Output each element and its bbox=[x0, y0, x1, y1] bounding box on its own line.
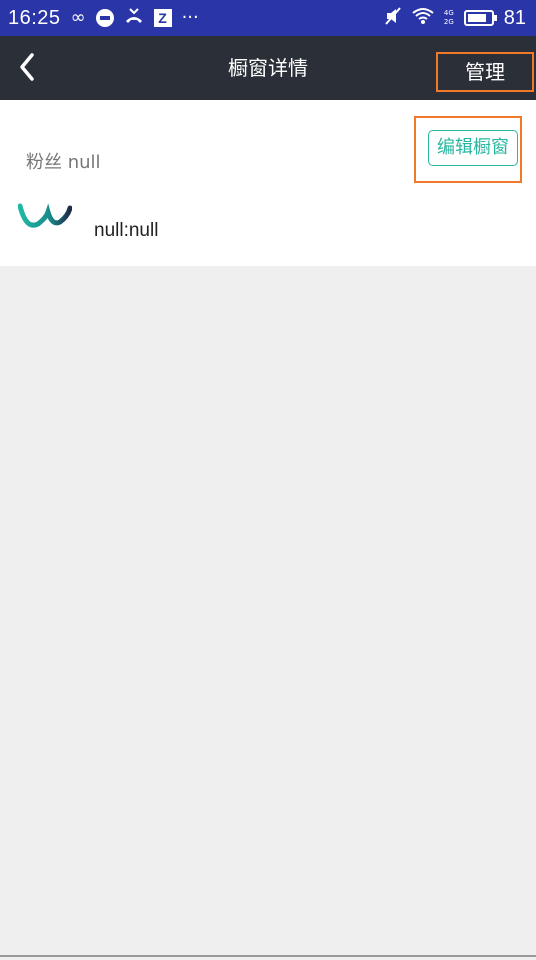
shop-info: null:null bbox=[94, 220, 159, 241]
signal-icon: 4G 2G bbox=[444, 9, 454, 27]
sync-icon bbox=[95, 9, 114, 27]
status-time: 16:25 bbox=[8, 6, 61, 29]
battery-icon bbox=[463, 10, 497, 26]
fans-count: 粉丝 null bbox=[26, 152, 101, 173]
battery-level: 81 bbox=[503, 6, 526, 29]
status-bar: 16:25 ∞ Z ··· 4G 2G 81 bbox=[0, 0, 536, 36]
infinity-icon: ∞ bbox=[70, 7, 86, 28]
back-button[interactable] bbox=[14, 50, 44, 84]
z-app-icon: Z bbox=[153, 9, 172, 27]
edit-showcase-button[interactable]: 编辑橱窗 bbox=[428, 130, 518, 166]
wifi-icon bbox=[412, 7, 434, 30]
shop-logo-icon bbox=[18, 203, 72, 228]
status-right: 4G 2G 81 bbox=[384, 4, 526, 32]
bottom-divider bbox=[0, 955, 536, 957]
missed-call-icon bbox=[124, 7, 144, 30]
battery-fill bbox=[467, 14, 486, 22]
status-left: 16:25 ∞ Z ··· bbox=[8, 4, 199, 32]
mute-icon bbox=[384, 6, 402, 31]
network-2g-label: 2G bbox=[443, 18, 454, 26]
navigation-bar: 橱窗详情 管理 bbox=[0, 36, 536, 100]
more-dots-icon: ··· bbox=[181, 7, 199, 28]
network-4g-label: 4G bbox=[443, 9, 454, 17]
chevron-left-icon bbox=[20, 53, 34, 81]
manage-button[interactable]: 管理 bbox=[436, 52, 534, 92]
showcase-card: 粉丝 null 编辑橱窗 null:null bbox=[0, 100, 536, 266]
